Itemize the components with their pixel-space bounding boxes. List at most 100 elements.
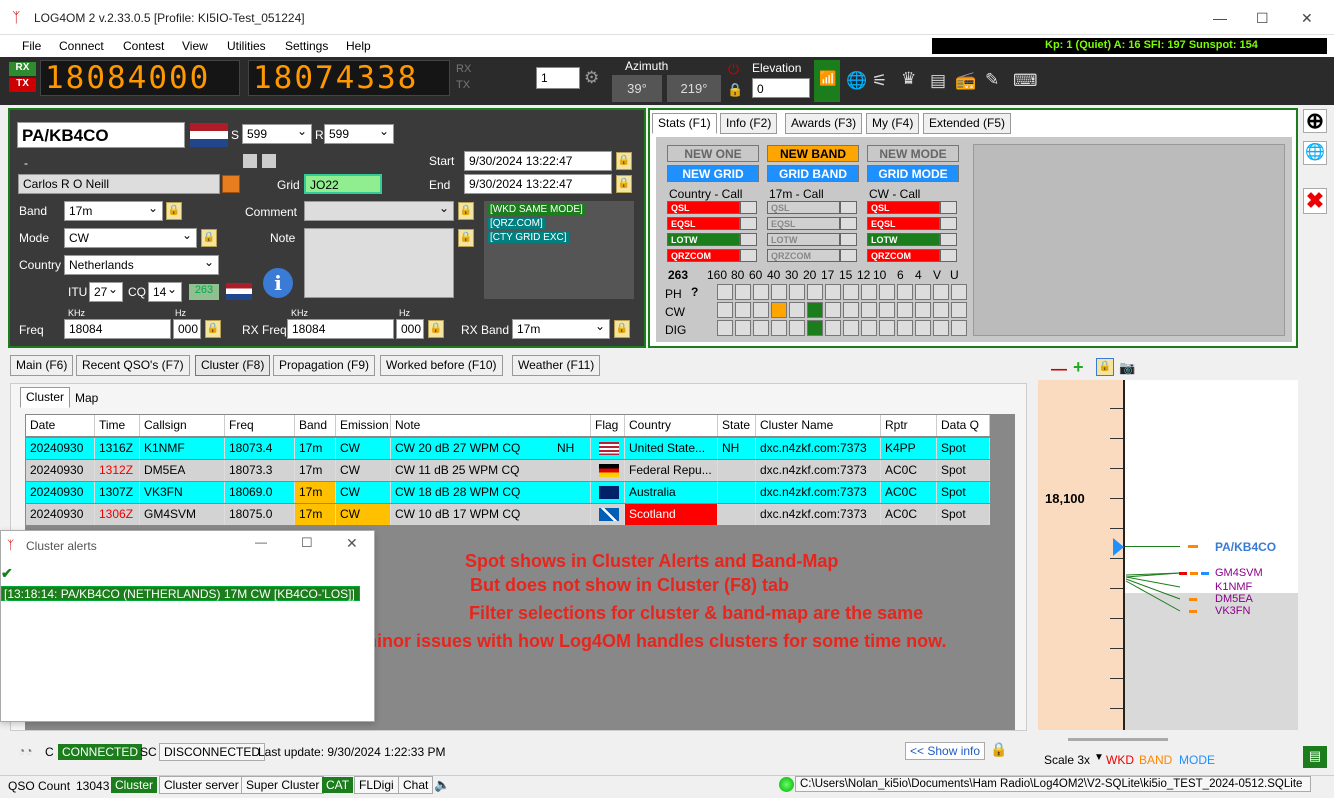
name-input[interactable]: Carlos R O Neill — [18, 174, 220, 194]
tab-my[interactable]: My (F4) — [866, 113, 920, 134]
status-super-cluster[interactable]: Super Cluster — [241, 776, 325, 794]
tab-worked-before[interactable]: Worked before (F10) — [380, 355, 503, 376]
tab-main[interactable]: Main (F6) — [10, 355, 74, 376]
keyboard-icon[interactable]: ⌨ — [1013, 71, 1038, 91]
column-header[interactable]: Rptr — [881, 415, 937, 436]
qrz-lookup-icon[interactable] — [222, 175, 240, 193]
azimuth-long[interactable]: 219° — [667, 75, 721, 102]
table-cell[interactable]: 1316Z — [95, 438, 140, 459]
bandmap-spot[interactable]: VK3FN — [1215, 605, 1250, 617]
table-cell[interactable]: 17m — [295, 482, 336, 503]
table-cell[interactable]: Spot — [937, 460, 990, 481]
add-qso-icon[interactable]: ⊕ — [1303, 109, 1327, 133]
table-cell[interactable]: CW — [336, 482, 391, 503]
supercluster-disconnected-status[interactable]: DISCONNECTED — [159, 743, 266, 761]
rxband-lock-icon[interactable]: 🔒 — [614, 320, 630, 338]
table-cell[interactable]: Spot — [937, 438, 990, 459]
table-cell[interactable]: CW — [336, 438, 391, 459]
tab-recent-qsos[interactable]: Recent QSO's (F7) — [76, 355, 190, 376]
azimuth-short[interactable]: 39° — [612, 75, 662, 102]
column-header[interactable]: Time — [95, 415, 140, 436]
table-cell[interactable]: CW — [336, 504, 391, 525]
freq-input[interactable]: 18084 — [64, 319, 171, 339]
status-cluster[interactable]: Cluster — [111, 777, 158, 793]
table-cell[interactable] — [591, 482, 625, 503]
table-cell[interactable]: dxc.n4zkf.com:7373 — [756, 504, 881, 525]
end-lock-icon[interactable]: 🔒 — [616, 175, 632, 193]
bandmap-scrollbar[interactable] — [1068, 738, 1168, 741]
table-cell[interactable]: VK3FN — [140, 482, 225, 503]
table-cell[interactable]: 18075.0 — [225, 504, 295, 525]
bandmap-own-call[interactable]: PA/KB4CO — [1215, 540, 1276, 554]
column-header[interactable]: Cluster Name — [756, 415, 881, 436]
itu-select[interactable]: 27 — [89, 282, 123, 302]
table-cell[interactable]: AC0C — [881, 482, 937, 503]
menu-file[interactable]: File — [22, 39, 41, 53]
tab-weather[interactable]: Weather (F11) — [512, 355, 601, 376]
start-time-input[interactable]: 9/30/2024 13:22:47 — [464, 151, 612, 171]
vfo-a-display[interactable]: 18084000 — [40, 60, 240, 96]
country-select[interactable]: Netherlands — [64, 255, 219, 275]
status-chat[interactable]: Chat — [398, 776, 434, 794]
alerts-minimize-button[interactable]: — — [255, 535, 267, 549]
table-cell[interactable]: 18073.4 — [225, 438, 295, 459]
table-cell[interactable]: 17m — [295, 504, 336, 525]
alerts-close-button[interactable]: ✕ — [346, 535, 358, 552]
table-cell[interactable]: dxc.n4zkf.com:7373 — [756, 460, 881, 481]
bandmap-spot[interactable]: K1NMF — [1215, 581, 1252, 593]
comment-select[interactable] — [304, 201, 454, 221]
end-time-input[interactable]: 9/30/2024 13:22:47 — [464, 174, 612, 194]
status-cat[interactable]: CAT — [322, 777, 354, 793]
table-cell[interactable] — [718, 504, 756, 525]
table-cell[interactable]: CW — [336, 460, 391, 481]
menu-help[interactable]: Help — [346, 39, 371, 53]
column-header[interactable]: Band — [295, 415, 336, 436]
cq-select[interactable]: 14 — [148, 282, 182, 302]
table-cell[interactable]: 1312Z — [95, 460, 140, 481]
table-cell[interactable] — [718, 482, 756, 503]
close-button[interactable]: ✕ — [1301, 10, 1313, 27]
speaker-icon[interactable]: 🔈 — [434, 777, 450, 793]
globe-icon[interactable]: 🌐 — [1303, 141, 1327, 165]
gear-icon[interactable]: ⚙ — [584, 68, 599, 88]
column-header[interactable]: Country — [625, 415, 718, 436]
bandmap-scale-select[interactable]: Scale 3x — [1044, 753, 1090, 767]
status-fldigi[interactable]: FLDigi — [354, 776, 399, 794]
table-cell[interactable]: AC0C — [881, 504, 937, 525]
antenna-icon[interactable]: ⚟ — [872, 71, 887, 91]
bandmap-lock-icon[interactable]: 🔒 — [1096, 358, 1114, 376]
callsign-input[interactable]: PA/KB4CO — [17, 122, 185, 148]
menu-contest[interactable]: Contest — [123, 39, 164, 53]
minimize-button[interactable]: — — [1213, 10, 1227, 26]
tab-extended[interactable]: Extended (F5) — [923, 113, 1012, 134]
table-cell[interactable]: AC0C — [881, 460, 937, 481]
menu-utilities[interactable]: Utilities — [227, 39, 266, 53]
rotor-stop-icon[interactable]: ⏻ — [728, 61, 739, 78]
table-cell[interactable]: Spot — [937, 482, 990, 503]
rst-sent-select[interactable]: 599 — [242, 124, 312, 144]
table-cell[interactable]: 17m — [295, 438, 336, 459]
table-cell[interactable]: K1NMF — [140, 438, 225, 459]
bandmap-spot[interactable]: DM5EA — [1215, 593, 1253, 605]
table-cell[interactable]: Scotland — [625, 504, 718, 525]
table-cell[interactable]: CW 10 dB 17 WPM CQ — [391, 504, 591, 525]
table-cell[interactable]: NH — [718, 438, 756, 459]
table-cell[interactable]: Spot — [937, 504, 990, 525]
menu-view[interactable]: View — [182, 39, 208, 53]
maximize-button[interactable]: ☐ — [1256, 10, 1269, 27]
column-header[interactable]: Flag — [591, 415, 625, 436]
column-header[interactable]: State — [718, 415, 756, 436]
band-select[interactable]: 17m — [64, 201, 163, 221]
note-lock-icon[interactable]: 🔒 — [458, 229, 474, 247]
table-cell[interactable]: Australia — [625, 482, 718, 503]
table-cell[interactable] — [718, 460, 756, 481]
tab-propagation[interactable]: Propagation (F9) — [273, 355, 376, 376]
zoom-out-icon[interactable]: — — [1051, 361, 1067, 379]
column-header[interactable]: Note — [391, 415, 591, 436]
table-cell[interactable]: CW 11 dB 25 WPM CQ — [391, 460, 591, 481]
band-lock-icon[interactable]: 🔒 — [166, 202, 182, 220]
table-cell[interactable]: 20240930 — [26, 482, 95, 503]
zoom-in-icon[interactable]: + — [1073, 357, 1084, 378]
table-cell[interactable]: 18069.0 — [225, 482, 295, 503]
rxband-select[interactable]: 17m — [512, 319, 610, 339]
